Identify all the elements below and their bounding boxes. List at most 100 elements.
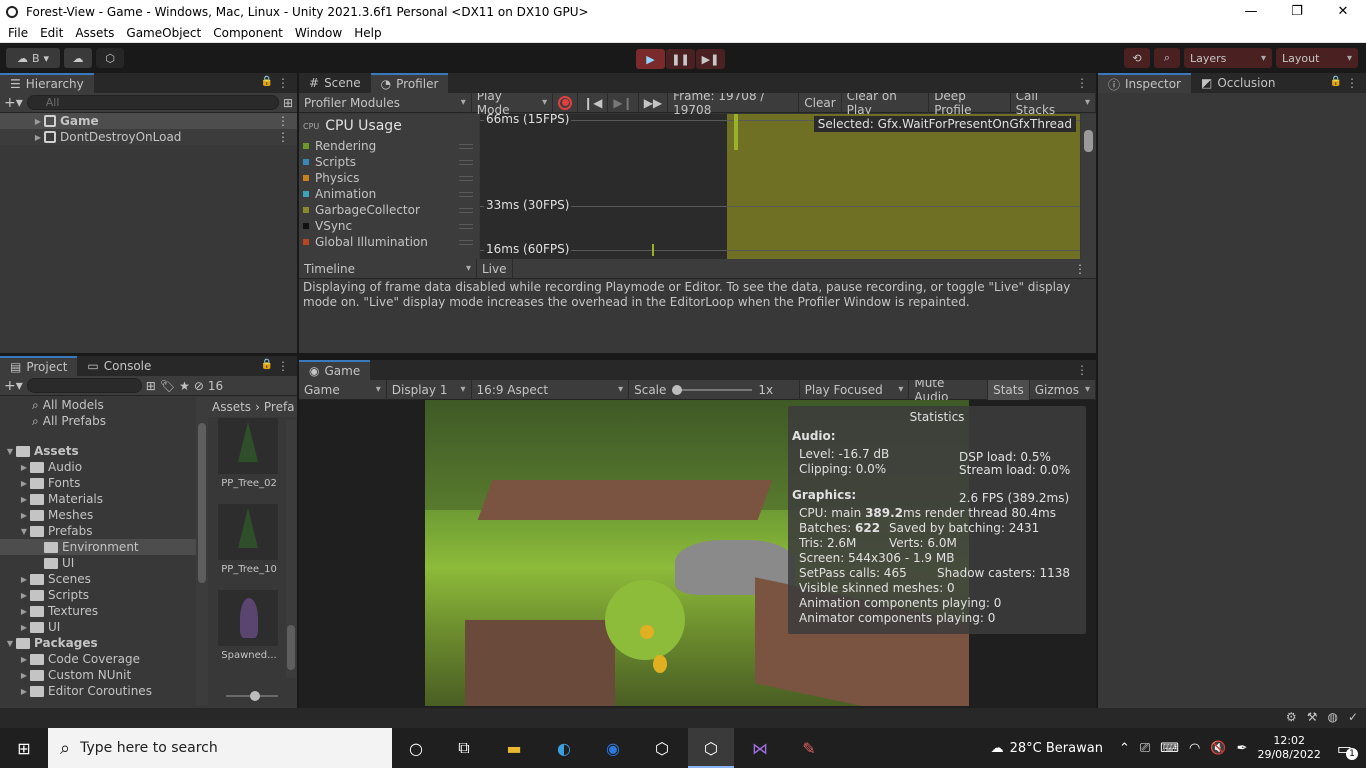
legend-item[interactable]: Scripts [299, 154, 479, 170]
menu-edit[interactable]: Edit [34, 26, 69, 40]
asset-thumbnail[interactable] [218, 504, 278, 560]
breadcrumb-prefabs[interactable]: Prefa [264, 400, 295, 414]
menu-gameobject[interactable]: GameObject [120, 26, 207, 40]
live-toggle[interactable]: Live [477, 258, 513, 279]
project-tree-item[interactable]: Environment [0, 539, 196, 555]
drag-handle-icon[interactable] [459, 175, 473, 181]
windows-start-icon[interactable]: ⊞ [12, 736, 36, 760]
clear-button[interactable]: Clear [799, 92, 842, 113]
timeline-menu-icon[interactable]: ⋮ [1074, 262, 1086, 276]
pause-button[interactable]: ❚❚ [666, 49, 695, 69]
cpu-chart[interactable]: 66ms (15FPS) 33ms (30FPS) 16ms (60FPS) S… [480, 114, 1080, 259]
favorite-all-models[interactable]: ⌕ All Models [0, 397, 196, 413]
hierarchy-item-dontdestroyonload[interactable]: ▶ DontDestroyOnLoad ⋮ [0, 129, 297, 145]
clock[interactable]: 12:02 29/08/2022 [1257, 734, 1320, 762]
tab-inspector[interactable]: ⓘ Inspector [1098, 73, 1191, 93]
globe-icon[interactable]: ◍ [1327, 710, 1337, 724]
legend-item[interactable]: Global Illumination [299, 234, 479, 250]
next-frame-button[interactable]: ▶❙ [608, 92, 639, 113]
unity-editor-taskbar-button[interactable]: ⬡ [688, 728, 734, 768]
filter-icon[interactable]: ⊞ [283, 96, 293, 110]
chevron-up-icon[interactable]: ⌃ [1119, 741, 1130, 756]
hierarchy-search-input[interactable]: All [26, 95, 279, 110]
breadcrumb-assets[interactable]: Assets [212, 400, 251, 414]
project-tree-item[interactable]: ▶ Scripts [0, 587, 196, 603]
drag-handle-icon[interactable] [459, 191, 473, 197]
project-tree-item[interactable]: ▶ Materials [0, 491, 196, 507]
project-tree-item[interactable]: ▼ Packages [0, 635, 196, 651]
expand-arrow-icon[interactable]: ▶ [18, 655, 30, 664]
project-tree-item[interactable]: ▶ UI [0, 619, 196, 635]
project-tree-item[interactable]: ▼ Prefabs [0, 523, 196, 539]
kebab-menu-icon[interactable]: ⋮ [1076, 363, 1088, 377]
add-button[interactable]: +▾ [4, 95, 23, 111]
legend-item[interactable]: Animation [299, 186, 479, 202]
expand-arrow-icon[interactable]: ▶ [32, 117, 44, 126]
tab-console[interactable]: ▭ Console [77, 356, 162, 376]
legend-item[interactable]: GarbageCollector [299, 202, 479, 218]
project-tree-item[interactable]: ▶ Meshes [0, 507, 196, 523]
play-button[interactable]: ▶ [636, 49, 665, 69]
expand-arrow-icon[interactable]: ▼ [4, 447, 16, 456]
scale-slider-thumb[interactable] [672, 384, 683, 395]
step-button[interactable]: ▶❚ [696, 49, 725, 69]
expand-arrow-icon[interactable]: ▶ [18, 479, 30, 488]
icon-size-slider-thumb[interactable] [250, 691, 260, 701]
account-button[interactable]: ☁ B ▾ [6, 48, 60, 68]
search-by-type-icon[interactable]: ⊞ [146, 379, 156, 393]
edge-icon[interactable]: ◐ [552, 736, 576, 760]
collab-button[interactable]: ☁ [64, 48, 92, 68]
asset-scrollbar-thumb[interactable] [287, 625, 295, 670]
project-search-input[interactable] [26, 378, 142, 393]
mute-audio-toggle[interactable]: Mute Audio [909, 376, 989, 404]
clear-on-play-button[interactable]: Clear on Play [842, 89, 930, 117]
menu-help[interactable]: Help [348, 26, 387, 40]
menu-file[interactable]: File [2, 26, 34, 40]
drag-handle-icon[interactable] [459, 159, 473, 165]
project-tree-item[interactable]: ▶ Custom NUnit [0, 667, 196, 683]
expand-arrow-icon[interactable]: ▶ [18, 575, 30, 584]
expand-arrow-icon[interactable]: ▶ [18, 671, 30, 680]
task-view-icon[interactable]: ⧉ [452, 736, 476, 760]
expand-arrow-icon[interactable]: ▼ [4, 639, 16, 648]
game-mode-dropdown[interactable]: Game [299, 379, 387, 400]
menu-window[interactable]: Window [289, 26, 348, 40]
item-menu-icon[interactable]: ⋮ [277, 114, 289, 128]
layers-dropdown[interactable]: Layers [1184, 48, 1272, 68]
layout-dropdown[interactable]: Layout [1276, 48, 1358, 68]
drag-handle-icon[interactable] [459, 143, 473, 149]
check-icon[interactable]: ✓ [1348, 710, 1358, 724]
kebab-menu-icon[interactable]: ⋮ [1076, 76, 1088, 90]
hierarchy-item-game[interactable]: ▶ Game ⋮ [0, 113, 297, 129]
chart-scrollbar-thumb[interactable] [1084, 130, 1093, 152]
timeline-dropdown[interactable]: Timeline [299, 258, 477, 279]
deep-profile-button[interactable]: Deep Profile [929, 89, 1011, 117]
project-tree-item[interactable]: UI [0, 555, 196, 571]
profiler-modules-dropdown[interactable]: Profiler Modules [299, 92, 472, 113]
lock-icon[interactable]: 🔒 [1330, 76, 1342, 87]
project-tree-item[interactable]: ▶ Textures [0, 603, 196, 619]
expand-arrow-icon[interactable]: ▶ [18, 623, 30, 632]
project-tree-item[interactable]: ▶ Code Coverage [0, 651, 196, 667]
project-tree-item[interactable]: ▶ Fonts [0, 475, 196, 491]
project-tree-item[interactable]: ▶ Scenes [0, 571, 196, 587]
legend-item[interactable]: VSync [299, 218, 479, 234]
lock-icon[interactable]: 🔒 [261, 359, 273, 370]
maximize-button[interactable]: ❐ [1274, 0, 1320, 23]
tab-scene[interactable]: # Scene [299, 73, 371, 93]
expand-arrow-icon[interactable]: ▶ [18, 511, 30, 520]
debug-icon[interactable]: ⚒ [1307, 710, 1318, 724]
file-explorer-icon[interactable]: ▬ [502, 736, 526, 760]
project-tree-item[interactable]: ▼ Assets [0, 443, 196, 459]
notifications-icon[interactable]: ▭ 1 [1337, 739, 1358, 760]
kebab-menu-icon[interactable]: ⋮ [1346, 76, 1358, 90]
play-focused-dropdown[interactable]: Play Focused [800, 379, 910, 400]
project-tree-item[interactable]: ▶ Editor Coroutines [0, 683, 196, 699]
label-icon[interactable]: 🏷 [160, 379, 175, 393]
tab-profiler[interactable]: ◔ Profiler [370, 73, 449, 93]
search-button[interactable]: ⌕ [1154, 48, 1180, 68]
undo-history-button[interactable]: ⟲ [1124, 48, 1150, 68]
input-method-icon[interactable]: ⌨ [1160, 741, 1179, 756]
tab-occlusion[interactable]: ◩ Occlusion [1191, 73, 1286, 93]
menu-component[interactable]: Component [207, 26, 289, 40]
